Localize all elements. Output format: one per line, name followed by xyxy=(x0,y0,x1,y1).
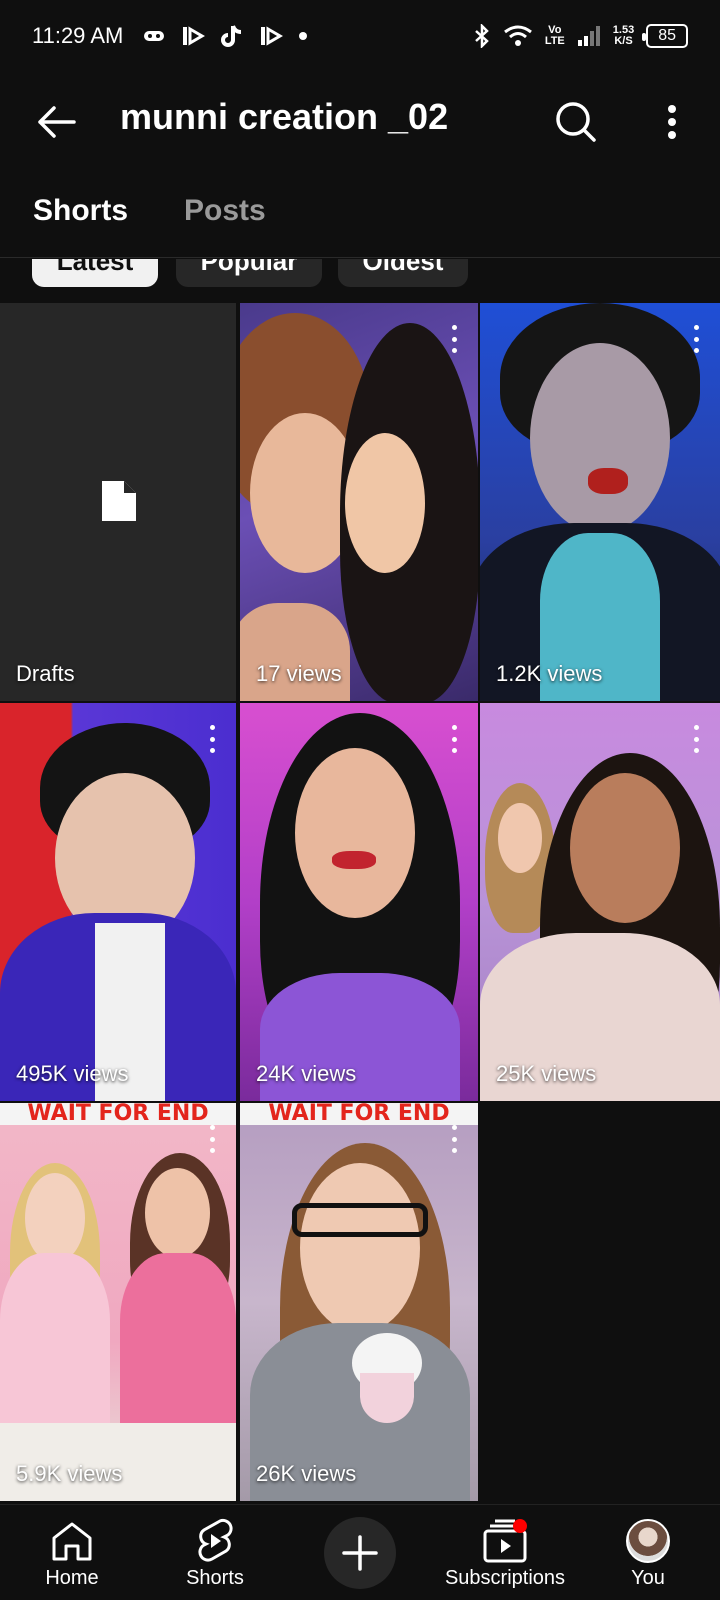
more-options-button[interactable] xyxy=(648,98,696,146)
thumbnail-image xyxy=(0,1103,236,1501)
tab-posts[interactable]: Posts xyxy=(184,194,266,228)
system-icons: Vo LTE 1.53 K/S 85 xyxy=(473,24,688,48)
view-count: 24K views xyxy=(256,1061,357,1086)
more-vertical-icon[interactable] xyxy=(200,1121,224,1157)
create-button[interactable] xyxy=(324,1517,396,1589)
chip-popular[interactable]: Popular xyxy=(176,259,322,287)
thumbnail-image xyxy=(480,303,720,701)
nav-create[interactable] xyxy=(320,1505,400,1600)
arrow-left-icon xyxy=(38,106,76,138)
shorts-icon xyxy=(198,1518,233,1562)
bottom-navigation: Home Shorts Subscriptions You xyxy=(0,1504,720,1600)
more-vertical-icon[interactable] xyxy=(684,721,708,757)
signal-icon xyxy=(577,26,600,46)
thumbnail-image xyxy=(240,1103,478,1501)
nav-home[interactable]: Home xyxy=(32,1505,112,1600)
nav-subscriptions-label: Subscriptions xyxy=(444,1567,566,1589)
wifi-icon xyxy=(503,25,532,46)
short-thumbnail[interactable]: 1.2K views xyxy=(480,303,720,701)
more-notifications-dot xyxy=(299,32,308,40)
thumbnail-image xyxy=(0,703,236,1101)
data-speed: 1.53 K/S xyxy=(613,25,634,47)
view-count: 17 views xyxy=(256,661,342,686)
nav-subscriptions[interactable]: Subscriptions xyxy=(440,1505,570,1600)
more-vertical-icon[interactable] xyxy=(442,1121,466,1157)
filter-chips: Latest Popular Oldest xyxy=(0,259,720,289)
home-icon xyxy=(52,1522,92,1561)
status-bar: 11:29 AM Vo LTE 1.53 K/S 85 xyxy=(0,0,720,72)
video-app-icon xyxy=(183,26,206,46)
drafts-label: Drafts xyxy=(16,661,75,686)
short-thumbnail[interactable]: WAIT FOR END 5.9K views xyxy=(0,1103,236,1501)
channel-tabs: Shorts Posts xyxy=(0,180,720,258)
nav-home-label: Home xyxy=(45,1567,99,1589)
more-vertical-icon xyxy=(668,105,676,139)
nav-you[interactable]: You xyxy=(608,1505,688,1600)
short-thumbnail[interactable]: 24K views xyxy=(240,703,478,1101)
top-app-bar: munni creation _02 xyxy=(0,82,720,162)
chip-oldest[interactable]: Oldest xyxy=(338,259,468,287)
short-thumbnail[interactable]: 25K views xyxy=(480,703,720,1101)
video-app-icon-2 xyxy=(261,26,284,46)
view-count: 1.2K views xyxy=(496,661,603,686)
page-title: munni creation _02 xyxy=(120,96,449,137)
notification-dot xyxy=(513,1519,527,1533)
short-thumbnail[interactable]: 495K views xyxy=(0,703,236,1101)
bluetooth-icon xyxy=(474,24,489,48)
avatar xyxy=(626,1519,670,1563)
thumbnail-image xyxy=(480,703,720,1101)
view-count: 25K views xyxy=(496,1061,597,1086)
more-vertical-icon[interactable] xyxy=(200,721,224,757)
nav-you-label: You xyxy=(631,1567,665,1589)
short-thumbnail[interactable]: WAIT FOR END 26K views xyxy=(240,1103,478,1501)
clock: 11:29 AM xyxy=(32,23,124,48)
view-count: 495K views xyxy=(16,1061,129,1086)
nav-shorts-label: Shorts xyxy=(186,1567,244,1589)
more-vertical-icon[interactable] xyxy=(442,321,466,357)
nav-shorts[interactable]: Shorts xyxy=(170,1505,260,1600)
search-icon xyxy=(556,102,596,142)
back-button[interactable] xyxy=(32,98,80,146)
battery-indicator: 85 xyxy=(642,24,688,48)
tiktok-icon xyxy=(221,25,242,47)
chip-latest[interactable]: Latest xyxy=(32,259,158,287)
network-type: Vo LTE xyxy=(545,25,565,47)
more-vertical-icon[interactable] xyxy=(442,721,466,757)
search-button[interactable] xyxy=(552,98,600,146)
gamepad-icon xyxy=(144,31,165,41)
more-vertical-icon[interactable] xyxy=(684,321,708,357)
draft-file-icon xyxy=(102,481,136,521)
network-type-bottom: LTE xyxy=(544,35,565,47)
thumbnail-image xyxy=(240,703,478,1101)
drafts-tile[interactable]: Drafts xyxy=(0,303,236,701)
view-count: 26K views xyxy=(256,1461,357,1486)
notification-icons xyxy=(143,24,308,48)
tab-shorts[interactable]: Shorts xyxy=(33,194,128,228)
thumbnail-image xyxy=(240,303,478,701)
plus-icon xyxy=(342,1535,378,1571)
view-count: 5.9K views xyxy=(16,1461,123,1486)
data-speed-unit: K/S xyxy=(614,35,633,47)
short-thumbnail[interactable]: 17 views xyxy=(240,303,478,701)
